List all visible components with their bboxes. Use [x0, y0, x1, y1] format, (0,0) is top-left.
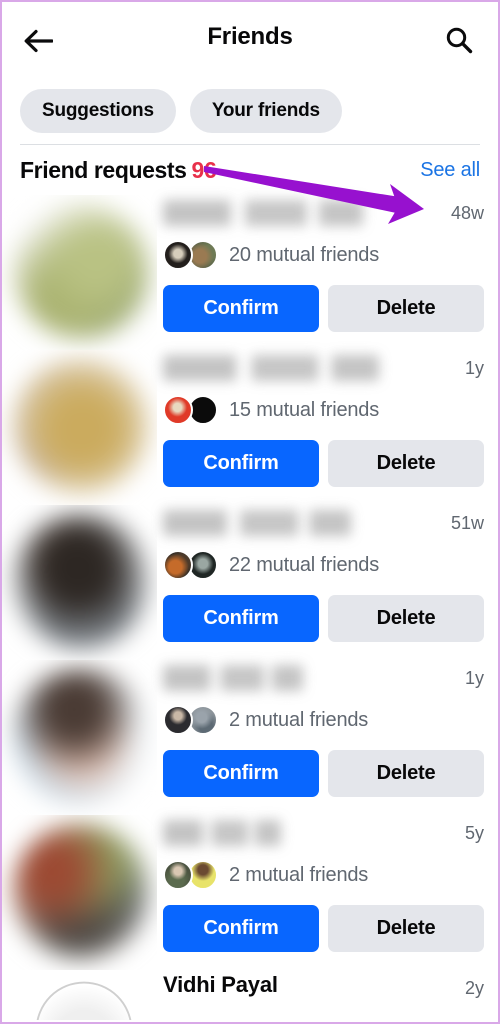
action-buttons: Confirm Delete: [163, 750, 484, 797]
delete-button[interactable]: Delete: [328, 750, 484, 797]
mutual-avatar-stack: [163, 395, 219, 425]
filter-pill-suggestions[interactable]: Suggestions: [20, 89, 176, 133]
request-timestamp: 51w: [450, 513, 484, 533]
avatar[interactable]: [2, 195, 157, 350]
action-buttons: Confirm Delete: [163, 440, 484, 487]
avatar-image: [13, 203, 149, 339]
section-title-group: Friend requests 96: [20, 156, 217, 184]
request-body: 1y 15 mutual friends Confirm Delete: [157, 350, 498, 505]
avatar[interactable]: [2, 815, 157, 970]
friend-requests-count: 96: [191, 156, 217, 183]
friend-request-row[interactable]: 5y 2 mutual friends Confirm Delete: [2, 815, 498, 970]
requester-name: [163, 510, 351, 536]
avatar-image: [13, 823, 149, 959]
action-buttons: Confirm Delete: [163, 905, 484, 952]
friend-request-row[interactable]: 48w 20 mutual friends Confirm Delete: [2, 195, 498, 350]
avatar[interactable]: [2, 970, 157, 1020]
mutual-friends-text: 2 mutual friends: [229, 708, 369, 731]
section-title-text: Friend requests: [20, 156, 187, 183]
mutual-avatar-icon: [163, 395, 193, 425]
top-app-bar: Friends: [2, 2, 498, 78]
mutual-avatar-stack: [163, 860, 219, 890]
avatar-image: [35, 981, 133, 1020]
filter-pill-your-friends[interactable]: Your friends: [189, 89, 342, 133]
confirm-button[interactable]: Confirm: [163, 440, 319, 487]
delete-button[interactable]: Delete: [328, 285, 484, 332]
requester-name: [163, 820, 281, 846]
request-timestamp: 2y: [464, 978, 484, 998]
requester-name: [163, 200, 363, 226]
request-timestamp: 1y: [464, 668, 484, 688]
confirm-button[interactable]: Confirm: [163, 285, 319, 332]
request-timestamp: 48w: [450, 203, 484, 223]
friend-requests-header: Friend requests 96 See all: [2, 145, 498, 195]
delete-button[interactable]: Delete: [328, 440, 484, 487]
avatar-image: [13, 668, 149, 804]
friend-request-row[interactable]: 1y 2 mutual friends Confirm Delete: [2, 660, 498, 815]
confirm-button[interactable]: Confirm: [163, 595, 319, 642]
mutual-avatar-icon: [163, 705, 193, 735]
request-timestamp: 1y: [464, 358, 484, 378]
mutual-friends: 22 mutual friends: [163, 550, 379, 580]
mutual-friends-text: 15 mutual friends: [229, 398, 380, 421]
mutual-friends-text: 2 mutual friends: [229, 863, 369, 886]
request-body: 1y 2 mutual friends Confirm Delete: [157, 660, 498, 815]
mutual-friends: 20 mutual friends: [163, 240, 379, 270]
friend-request-row[interactable]: 51w 22 mutual friends Confirm Delete: [2, 505, 498, 660]
requester-name: Vidhi Payal: [163, 972, 278, 997]
request-body: 5y 2 mutual friends Confirm Delete: [157, 815, 498, 970]
avatar[interactable]: [2, 660, 157, 815]
requester-name: [163, 355, 379, 381]
mutual-friends: 15 mutual friends: [163, 395, 379, 425]
mutual-friends-text: 22 mutual friends: [229, 553, 380, 576]
avatar[interactable]: [2, 350, 157, 505]
avatar[interactable]: [2, 505, 157, 660]
filter-pill-label: Suggestions: [42, 100, 154, 121]
mutual-avatar-stack: [163, 240, 219, 270]
mutual-friends: 2 mutual friends: [163, 860, 368, 890]
mutual-friends: 2 mutual friends: [163, 705, 368, 735]
search-icon: [446, 27, 473, 54]
filter-pill-row: Suggestions Your friends: [2, 78, 498, 144]
confirm-button[interactable]: Confirm: [163, 905, 319, 952]
search-button[interactable]: [434, 16, 484, 64]
mutual-avatar-icon: [163, 550, 193, 580]
delete-button[interactable]: Delete: [328, 595, 484, 642]
friends-screen: Friends Suggestions Your friends Friend …: [0, 0, 500, 1024]
filter-pill-label: Your friends: [211, 100, 320, 121]
friend-request-row[interactable]: Vidhi Payal 2y: [2, 970, 498, 1020]
mutual-avatar-icon: [163, 240, 193, 270]
action-buttons: Confirm Delete: [163, 285, 484, 332]
delete-button[interactable]: Delete: [328, 905, 484, 952]
mutual-friends-text: 20 mutual friends: [229, 243, 380, 266]
page-title: Friends: [207, 23, 293, 50]
avatar-image: [13, 358, 149, 494]
mutual-avatar-stack: [163, 705, 219, 735]
request-body: 48w 20 mutual friends Confirm Delete: [157, 195, 498, 350]
request-body: Vidhi Payal 2y: [157, 970, 498, 1020]
friend-request-row[interactable]: 1y 15 mutual friends Confirm Delete: [2, 350, 498, 505]
friend-requests-list: 48w 20 mutual friends Confirm Delete 1y …: [2, 195, 498, 1020]
request-body: 51w 22 mutual friends Confirm Delete: [157, 505, 498, 660]
avatar-image: [13, 513, 149, 649]
confirm-button[interactable]: Confirm: [163, 750, 319, 797]
requester-name: [163, 665, 303, 691]
action-buttons: Confirm Delete: [163, 595, 484, 642]
mutual-avatar-stack: [163, 550, 219, 580]
mutual-avatar-icon: [163, 860, 193, 890]
request-timestamp: 5y: [464, 823, 484, 843]
see-all-link[interactable]: See all: [420, 159, 480, 182]
